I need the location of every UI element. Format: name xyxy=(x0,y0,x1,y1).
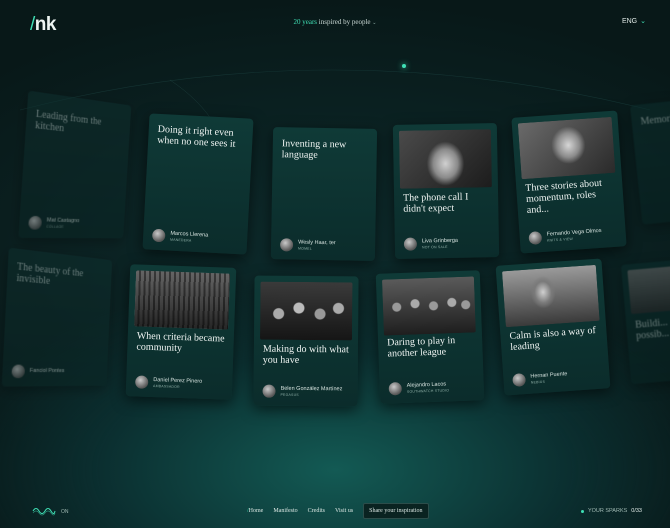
author-name: Liva Grinberga xyxy=(421,237,458,244)
sparks-counter[interactable]: YOUR SPARKS 0/33 xyxy=(580,508,642,514)
author-role: PEGASUS xyxy=(280,392,299,397)
card-photo xyxy=(398,129,492,189)
card-photo xyxy=(260,281,353,341)
card-making-do[interactable]: Making do with what you have Belen Gonzá… xyxy=(253,275,359,407)
card-author: Hernan Puente NEBIUS xyxy=(512,370,568,387)
avatar xyxy=(388,382,403,396)
card-when-criteria-became-community[interactable]: When criteria became community Daniel Pe… xyxy=(125,264,237,400)
author-name: Fanciol Pontes xyxy=(29,367,65,375)
card-three-stories[interactable]: Three stories about momentum, roles and.… xyxy=(511,110,627,254)
footer-nav: /Home Manifesto Credits Visit us Share y… xyxy=(247,503,429,519)
avatar xyxy=(279,238,294,252)
card-title: Daring to play in another league xyxy=(386,335,456,360)
tagline-text: inspired by people xyxy=(318,18,371,26)
avatar xyxy=(28,215,43,230)
language-label: ENG xyxy=(621,18,638,25)
card-photo xyxy=(381,276,476,336)
card-title: Buildi... possib... xyxy=(634,317,670,342)
card-title: Leading from the kitchen xyxy=(34,108,102,135)
chevron-down-icon: ⌄ xyxy=(372,21,377,26)
card-title: Calm is also a way of leading xyxy=(509,325,597,354)
sparks-label: YOUR SPARKS xyxy=(587,508,628,514)
card-title: Memories xyxy=(640,112,670,128)
card-author: Alejandro Lacos SOUTHWATCH STUDIO xyxy=(388,380,450,396)
nav-manifesto[interactable]: Manifesto xyxy=(273,508,297,514)
card-author: Belen González Martínez PEGASUS xyxy=(262,384,343,399)
author-role: COLLAGE xyxy=(46,224,64,229)
avatar xyxy=(262,384,276,398)
language-selector[interactable]: ENG ⌄ xyxy=(622,17,646,25)
card-daring-to-play[interactable]: Daring to play in another league Alejand… xyxy=(375,270,485,404)
card-title: The beauty of the invisible xyxy=(16,261,84,288)
card-photo xyxy=(627,266,670,315)
spark-dot-icon xyxy=(580,509,584,513)
card-title: Making do with what you have xyxy=(262,343,349,366)
card-author: Mat Castagno COLLAGE xyxy=(28,215,80,230)
card-inventing-a-new-language[interactable]: Inventing a new language Wesly Haar, ter… xyxy=(270,127,378,261)
author-role: SOUTHWATCH STUDIO xyxy=(406,387,450,394)
card-the-beauty-of-the-invisible[interactable]: The beauty of the invisible Fanciol Pont… xyxy=(1,247,113,387)
card-author: Wesly Haar, ter MOMEL xyxy=(279,238,336,252)
card-photo xyxy=(134,270,231,330)
tagline-highlight: 20 years xyxy=(293,18,318,26)
card-photo xyxy=(517,116,616,180)
nav-home-label: Home xyxy=(248,508,264,514)
avatar xyxy=(135,375,149,389)
avatar xyxy=(512,373,527,387)
avatar xyxy=(403,237,418,251)
card-author: Marcos Llerena MANEDERA xyxy=(151,228,209,245)
card-author: Fanciol Pontes xyxy=(11,364,65,379)
avatar xyxy=(528,231,543,245)
card-photo xyxy=(501,264,600,328)
nav-home[interactable]: /Home xyxy=(247,508,263,514)
card-title: The phone call I didn't expect xyxy=(403,191,469,215)
card-title: Inventing a new language xyxy=(281,138,347,161)
chevron-down-icon: ⌄ xyxy=(640,18,646,25)
card-calm-is-also-a-way[interactable]: Calm is also a way of leading Hernan Pue… xyxy=(495,258,611,396)
card-title: When criteria became community xyxy=(136,330,225,355)
focus-dot xyxy=(402,64,406,68)
nav-credits[interactable]: Credits xyxy=(308,508,325,514)
nav-visit-us[interactable]: Visit us xyxy=(335,508,353,514)
card-leading-from-the-kitchen[interactable]: Leading from the kitchen Mat Castagno COL… xyxy=(18,90,132,239)
sound-state[interactable]: ON xyxy=(61,509,69,515)
author-role: NOT ON SALE xyxy=(421,244,448,249)
share-inspiration-button[interactable]: Share your inspiration xyxy=(363,503,429,519)
card-author: Fernando Vega Olmos KNITS & VIEW xyxy=(528,227,602,245)
sparks-count: 0/33 xyxy=(631,508,642,514)
card-title: Doing it right even when no one sees it xyxy=(156,123,236,150)
tagline-dropdown[interactable]: 20 years inspired by people ⌄ xyxy=(0,18,670,26)
author-role: MOMEL xyxy=(298,246,312,251)
card-author: Daniel Perez Pinero AMBASSADOR xyxy=(135,375,202,390)
card-doing-it-right[interactable]: Doing it right even when no one sees it … xyxy=(142,113,254,255)
author-name: Belen González Martínez xyxy=(280,385,343,392)
author-name: Wesly Haar, ter xyxy=(298,239,336,246)
avatar xyxy=(151,228,166,243)
card-the-phone-call[interactable]: The phone call I didn't expect Liva Grin… xyxy=(392,123,500,259)
avatar xyxy=(11,364,26,379)
card-title: Three stories about momentum, roles and.… xyxy=(524,177,603,216)
sound-wave-icon[interactable] xyxy=(32,505,56,517)
card-author: Liva Grinberga NOT ON SALE xyxy=(403,237,458,251)
author-name: Mat Castagno xyxy=(46,216,80,224)
